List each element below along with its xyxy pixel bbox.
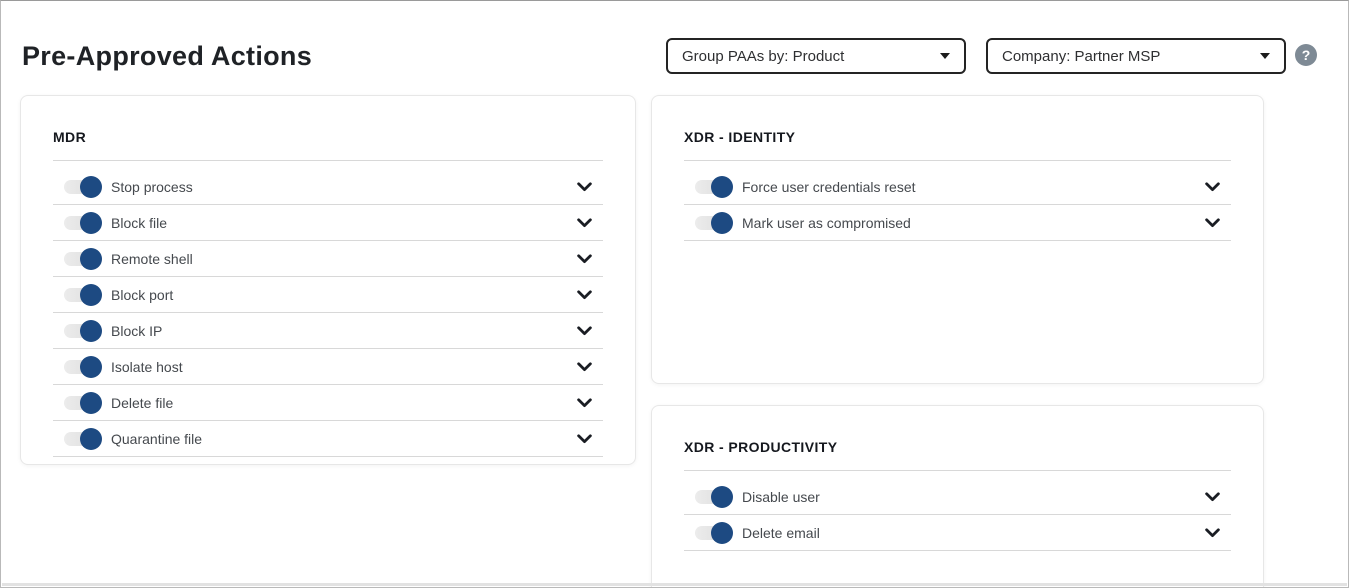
company-dropdown[interactable]: Company: Partner MSP	[986, 38, 1286, 74]
action-row: Block file	[53, 205, 603, 241]
toggle-switch[interactable]	[64, 356, 101, 378]
chevron-down-icon	[1205, 528, 1220, 538]
card-mdr: MDR Stop process Block file	[20, 95, 636, 465]
expand-row-button[interactable]	[1205, 528, 1220, 538]
chevron-down-icon	[577, 398, 592, 408]
action-list: Stop process Block file Remote s	[53, 169, 603, 457]
toggle-label: Delete file	[111, 395, 173, 411]
chevron-down-icon	[577, 182, 592, 192]
toggle-knob	[80, 428, 102, 450]
toggle-knob	[80, 356, 102, 378]
help-icon[interactable]: ?	[1295, 44, 1317, 66]
chevron-down-icon	[1205, 182, 1220, 192]
toggle-knob	[80, 176, 102, 198]
toggle-knob	[711, 486, 733, 508]
company-value: Company: Partner MSP	[1002, 48, 1160, 65]
toggle-knob	[711, 212, 733, 234]
expand-row-button[interactable]	[1205, 182, 1220, 192]
toggle-label: Block IP	[111, 323, 162, 339]
toggle-switch[interactable]	[695, 486, 732, 508]
toggle-switch[interactable]	[64, 176, 101, 198]
chevron-down-icon	[1205, 218, 1220, 228]
card-header: XDR - IDENTITY	[684, 96, 1231, 161]
expand-row-button[interactable]	[577, 398, 592, 408]
expand-row-button[interactable]	[577, 254, 592, 264]
expand-row-button[interactable]	[577, 362, 592, 372]
toggle-label: Mark user as compromised	[742, 215, 911, 231]
action-row: Isolate host	[53, 349, 603, 385]
action-list: Disable user Delete email	[684, 479, 1231, 551]
toggle-label: Disable user	[742, 489, 820, 505]
action-row: Block IP	[53, 313, 603, 349]
expand-row-button[interactable]	[577, 434, 592, 444]
toggle-label: Stop process	[111, 179, 193, 195]
action-row: Delete file	[53, 385, 603, 421]
toggle-switch[interactable]	[64, 212, 101, 234]
chevron-down-icon	[577, 434, 592, 444]
toggle-switch[interactable]	[64, 284, 101, 306]
action-row: Remote shell	[53, 241, 603, 277]
toggle-knob	[80, 284, 102, 306]
expand-row-button[interactable]	[577, 326, 592, 336]
page-bottom-border	[2, 583, 1347, 586]
card-xdr-identity: XDR - IDENTITY Force user credentials re…	[651, 95, 1264, 384]
chevron-down-icon	[577, 326, 592, 336]
toggle-label: Force user credentials reset	[742, 179, 916, 195]
toggle-label: Isolate host	[111, 359, 183, 375]
pre-approved-actions-page: Pre-Approved Actions Group PAAs by: Prod…	[0, 0, 1349, 588]
action-row: Quarantine file	[53, 421, 603, 457]
action-list: Force user credentials reset Mark user a…	[684, 169, 1231, 241]
toggle-switch[interactable]	[64, 248, 101, 270]
expand-row-button[interactable]	[577, 182, 592, 192]
toggle-switch[interactable]	[695, 522, 732, 544]
toggle-switch[interactable]	[695, 212, 732, 234]
toggle-knob	[80, 248, 102, 270]
page-title: Pre-Approved Actions	[22, 41, 312, 72]
toggle-switch[interactable]	[695, 176, 732, 198]
toggle-switch[interactable]	[64, 392, 101, 414]
toggle-label: Remote shell	[111, 251, 193, 267]
action-row: Block port	[53, 277, 603, 313]
toggle-switch[interactable]	[64, 320, 101, 342]
card-xdr-productivity: XDR - PRODUCTIVITY Disable user Delete e…	[651, 405, 1264, 588]
toggle-switch[interactable]	[64, 428, 101, 450]
toggle-knob	[80, 392, 102, 414]
toggle-label: Block file	[111, 215, 167, 231]
toggle-label: Delete email	[742, 525, 820, 541]
toggle-label: Quarantine file	[111, 431, 202, 447]
expand-row-button[interactable]	[577, 218, 592, 228]
card-header: XDR - PRODUCTIVITY	[684, 406, 1231, 471]
chevron-down-icon	[1205, 492, 1220, 502]
toggle-knob	[711, 522, 733, 544]
action-row: Force user credentials reset	[684, 169, 1231, 205]
chevron-down-icon	[577, 290, 592, 300]
toggle-knob	[80, 212, 102, 234]
toggle-knob	[711, 176, 733, 198]
action-row: Delete email	[684, 515, 1231, 551]
dropdown-caret-icon	[1260, 53, 1270, 59]
toggle-label: Block port	[111, 287, 173, 303]
action-row: Mark user as compromised	[684, 205, 1231, 241]
expand-row-button[interactable]	[1205, 218, 1220, 228]
chevron-down-icon	[577, 218, 592, 228]
card-header: MDR	[53, 96, 603, 161]
dropdown-caret-icon	[940, 53, 950, 59]
expand-row-button[interactable]	[1205, 492, 1220, 502]
action-row: Disable user	[684, 479, 1231, 515]
group-paas-by-dropdown[interactable]: Group PAAs by: Product	[666, 38, 966, 74]
action-row: Stop process	[53, 169, 603, 205]
chevron-down-icon	[577, 254, 592, 264]
group-paas-by-value: Group PAAs by: Product	[682, 48, 844, 65]
expand-row-button[interactable]	[577, 290, 592, 300]
toggle-knob	[80, 320, 102, 342]
chevron-down-icon	[577, 362, 592, 372]
